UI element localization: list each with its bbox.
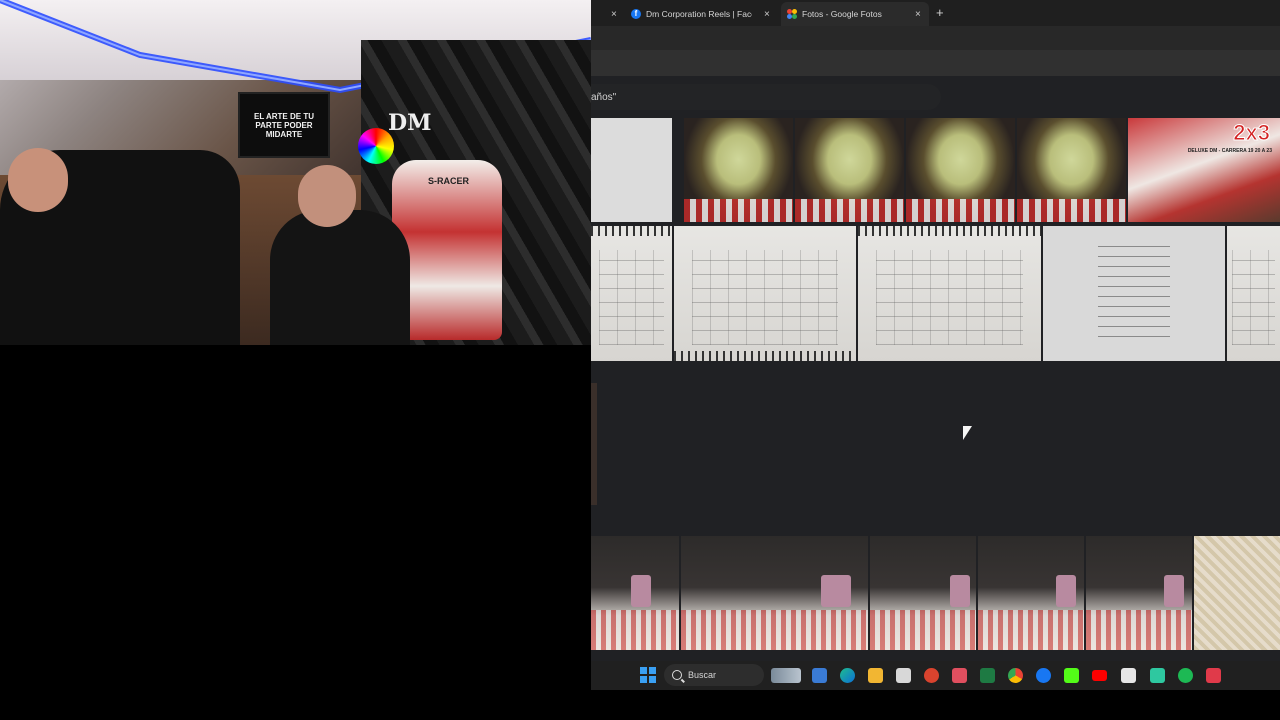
person-right-head	[298, 165, 356, 227]
photo-thumbnail[interactable]	[1194, 536, 1280, 650]
tab-close-prev[interactable]: ×	[611, 2, 623, 26]
search-icon	[672, 670, 682, 680]
app-icon[interactable]	[1206, 668, 1221, 683]
spotify-icon[interactable]	[1178, 668, 1193, 683]
search-query-text: años"	[591, 92, 617, 103]
facebook-icon[interactable]	[1036, 668, 1051, 683]
photo-thumbnail[interactable]	[858, 226, 1041, 361]
photo-thumbnail[interactable]	[684, 118, 793, 222]
person-right	[270, 210, 410, 345]
person-left-head	[8, 148, 68, 212]
mouse-cursor	[963, 426, 972, 440]
excel-icon[interactable]	[980, 668, 995, 683]
photo-thumbnail[interactable]	[674, 226, 856, 361]
photo-thumbnail[interactable]	[1043, 226, 1225, 361]
edge-icon[interactable]	[840, 668, 855, 683]
chair-label: S-RACER	[428, 176, 470, 186]
promo-title: 2x3	[1233, 120, 1271, 146]
photo-thumbnail[interactable]: 2x3 DELUXE DM - CARRERA 19 20 A 23	[1128, 118, 1280, 222]
tab-google-photos[interactable]: Fotos - Google Fotos ×	[781, 2, 929, 26]
tab-bar: × f Dm Corporation Reels | Faceb × Fotos…	[591, 0, 1280, 26]
tab-facebook[interactable]: f Dm Corporation Reels | Faceb ×	[631, 2, 771, 26]
browser-toolbar	[591, 26, 1280, 50]
photo-thumbnail[interactable]	[591, 536, 679, 650]
photo-thumbnail[interactable]	[870, 536, 976, 650]
kick-icon[interactable]	[1064, 668, 1079, 683]
tab-label: Dm Corporation Reels | Faceb	[646, 9, 752, 19]
photo-thumbnail[interactable]	[978, 536, 1084, 650]
taskbar-search[interactable]: Buscar	[664, 664, 764, 686]
facebook-icon: f	[631, 9, 641, 19]
game-icon[interactable]	[1150, 668, 1165, 683]
photo-thumbnail[interactable]	[681, 536, 868, 650]
office-icon[interactable]	[924, 668, 939, 683]
close-icon[interactable]: ×	[915, 9, 921, 20]
search-result-header	[591, 84, 941, 110]
photo-thumbnail[interactable]	[591, 226, 672, 361]
store-icon[interactable]	[896, 668, 911, 683]
photo-thumbnail[interactable]	[1227, 226, 1280, 361]
scroll-edge	[591, 383, 597, 505]
photo-thumbnail[interactable]	[795, 118, 904, 222]
file-explorer-icon[interactable]	[868, 668, 883, 683]
tab-label: Fotos - Google Fotos	[802, 9, 882, 19]
widgets-icon[interactable]	[771, 668, 801, 683]
google-photos-icon	[787, 9, 797, 19]
tv-screen: EL ARTE DE TU PARTE PODER MIDARTE	[238, 92, 330, 158]
windows-start-icon[interactable]	[640, 667, 656, 683]
photos-header	[591, 50, 1280, 76]
tv-text: EL ARTE DE TU PARTE PODER MIDARTE	[253, 111, 314, 139]
photo-thumbnail[interactable]	[906, 118, 1015, 222]
photo-thumbnail[interactable]	[591, 118, 672, 222]
taskbar-search-label: Buscar	[688, 670, 717, 680]
photo-thumbnail[interactable]	[1086, 536, 1192, 650]
close-icon[interactable]: ×	[764, 9, 770, 20]
mail-icon[interactable]	[952, 668, 967, 683]
photo-thumbnail[interactable]	[1017, 118, 1126, 222]
chrome-icon[interactable]	[1008, 668, 1023, 683]
youtube-icon[interactable]	[1092, 670, 1107, 681]
capcut-icon[interactable]	[1121, 668, 1136, 683]
new-tab-button[interactable]: +	[936, 5, 944, 20]
promo-subtitle: DELUXE DM - CARRERA 19 20 A 23	[1187, 148, 1272, 154]
task-view-icon[interactable]	[812, 668, 827, 683]
webcam-feed: EL ARTE DE TU PARTE PODER MIDARTE DM S-R…	[0, 0, 591, 345]
close-icon[interactable]: ×	[611, 9, 617, 20]
